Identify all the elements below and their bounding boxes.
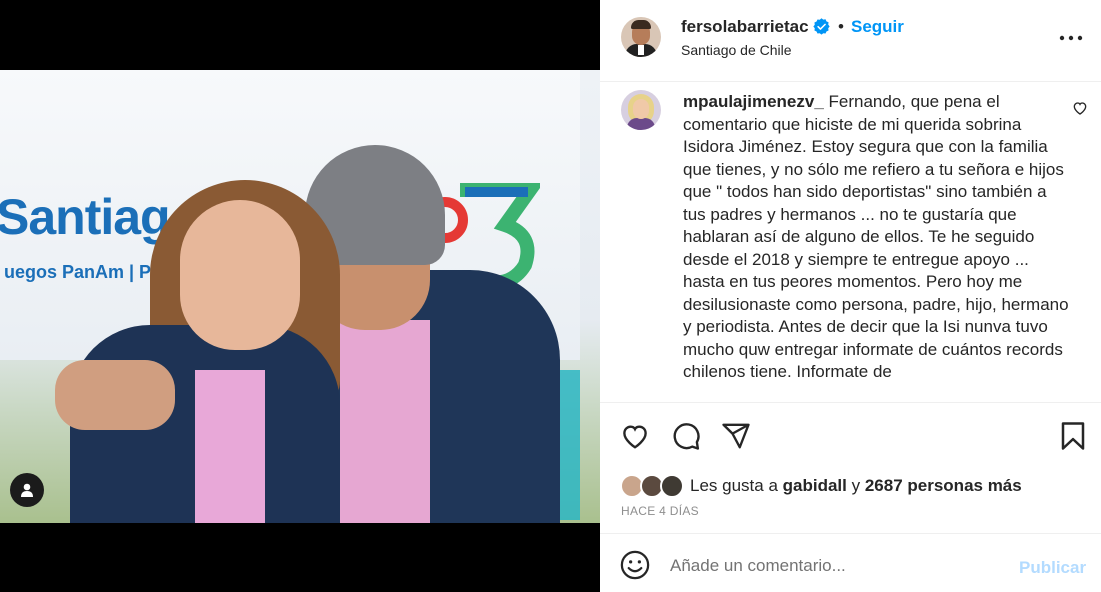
comment-body: mpaulajimenezv_ Fernando, que pena el co… xyxy=(683,91,1069,384)
post-actions: Les gusta a gabidall y 2687 personas más… xyxy=(600,402,1101,532)
heart-icon[interactable] xyxy=(620,421,650,451)
user-tag-icon[interactable] xyxy=(10,473,44,507)
post-photo[interactable]: Santiag uegos PanAm | Para xyxy=(0,70,600,523)
bookmark-icon[interactable] xyxy=(1060,421,1086,451)
man-arm xyxy=(55,360,175,430)
author-username[interactable]: fersolabarrietac xyxy=(681,17,809,37)
publish-button[interactable]: Publicar xyxy=(1019,558,1086,578)
share-icon[interactable] xyxy=(721,421,751,451)
comment-composer: Publicar xyxy=(600,533,1101,592)
liker-avatar xyxy=(660,474,684,498)
comment-input[interactable] xyxy=(670,554,1000,578)
verified-badge-icon xyxy=(813,18,830,35)
man-shirt xyxy=(340,320,430,523)
comment-item: mpaulajimenezv_ Fernando, que pena el co… xyxy=(600,83,1101,400)
commenter-avatar[interactable] xyxy=(621,90,661,130)
likers-avatars[interactable] xyxy=(620,472,686,500)
post-sidebar: fersolabarrietac • Seguir Santiago de Ch… xyxy=(600,0,1101,592)
emoji-icon[interactable] xyxy=(620,550,650,580)
comment-like-heart-icon[interactable] xyxy=(1072,100,1088,116)
backdrop-brand-text: Santiag xyxy=(0,189,171,245)
header-separator: • xyxy=(838,17,844,36)
author-avatar[interactable] xyxy=(621,17,661,57)
comment-icon[interactable] xyxy=(671,421,701,451)
commenter-username[interactable]: mpaulajimenezv_ xyxy=(683,92,824,111)
post-location[interactable]: Santiago de Chile xyxy=(681,42,792,58)
follow-button[interactable]: Seguir xyxy=(851,17,904,37)
more-options-icon[interactable] xyxy=(1058,28,1084,48)
woman-face xyxy=(180,200,300,350)
likes-connector: y xyxy=(851,476,861,495)
comment-text: Fernando, que pena el comentario que hic… xyxy=(683,92,1069,381)
instagram-post-modal: Santiag uegos PanAm | Para fersolabarrie… xyxy=(0,0,1101,592)
likes-summary: Les gusta a gabidall y 2687 personas más xyxy=(690,476,1022,496)
post-timestamp[interactable]: HACE 4 DÍAS xyxy=(621,504,699,518)
likes-count[interactable]: 2687 personas más xyxy=(865,476,1022,495)
post-header: fersolabarrietac • Seguir Santiago de Ch… xyxy=(600,0,1101,82)
woman-shirt xyxy=(195,370,265,523)
liker-username[interactable]: gabidall xyxy=(783,476,847,495)
likes-prefix: Les gusta a xyxy=(690,476,778,495)
post-media: Santiag uegos PanAm | Para xyxy=(0,0,600,592)
